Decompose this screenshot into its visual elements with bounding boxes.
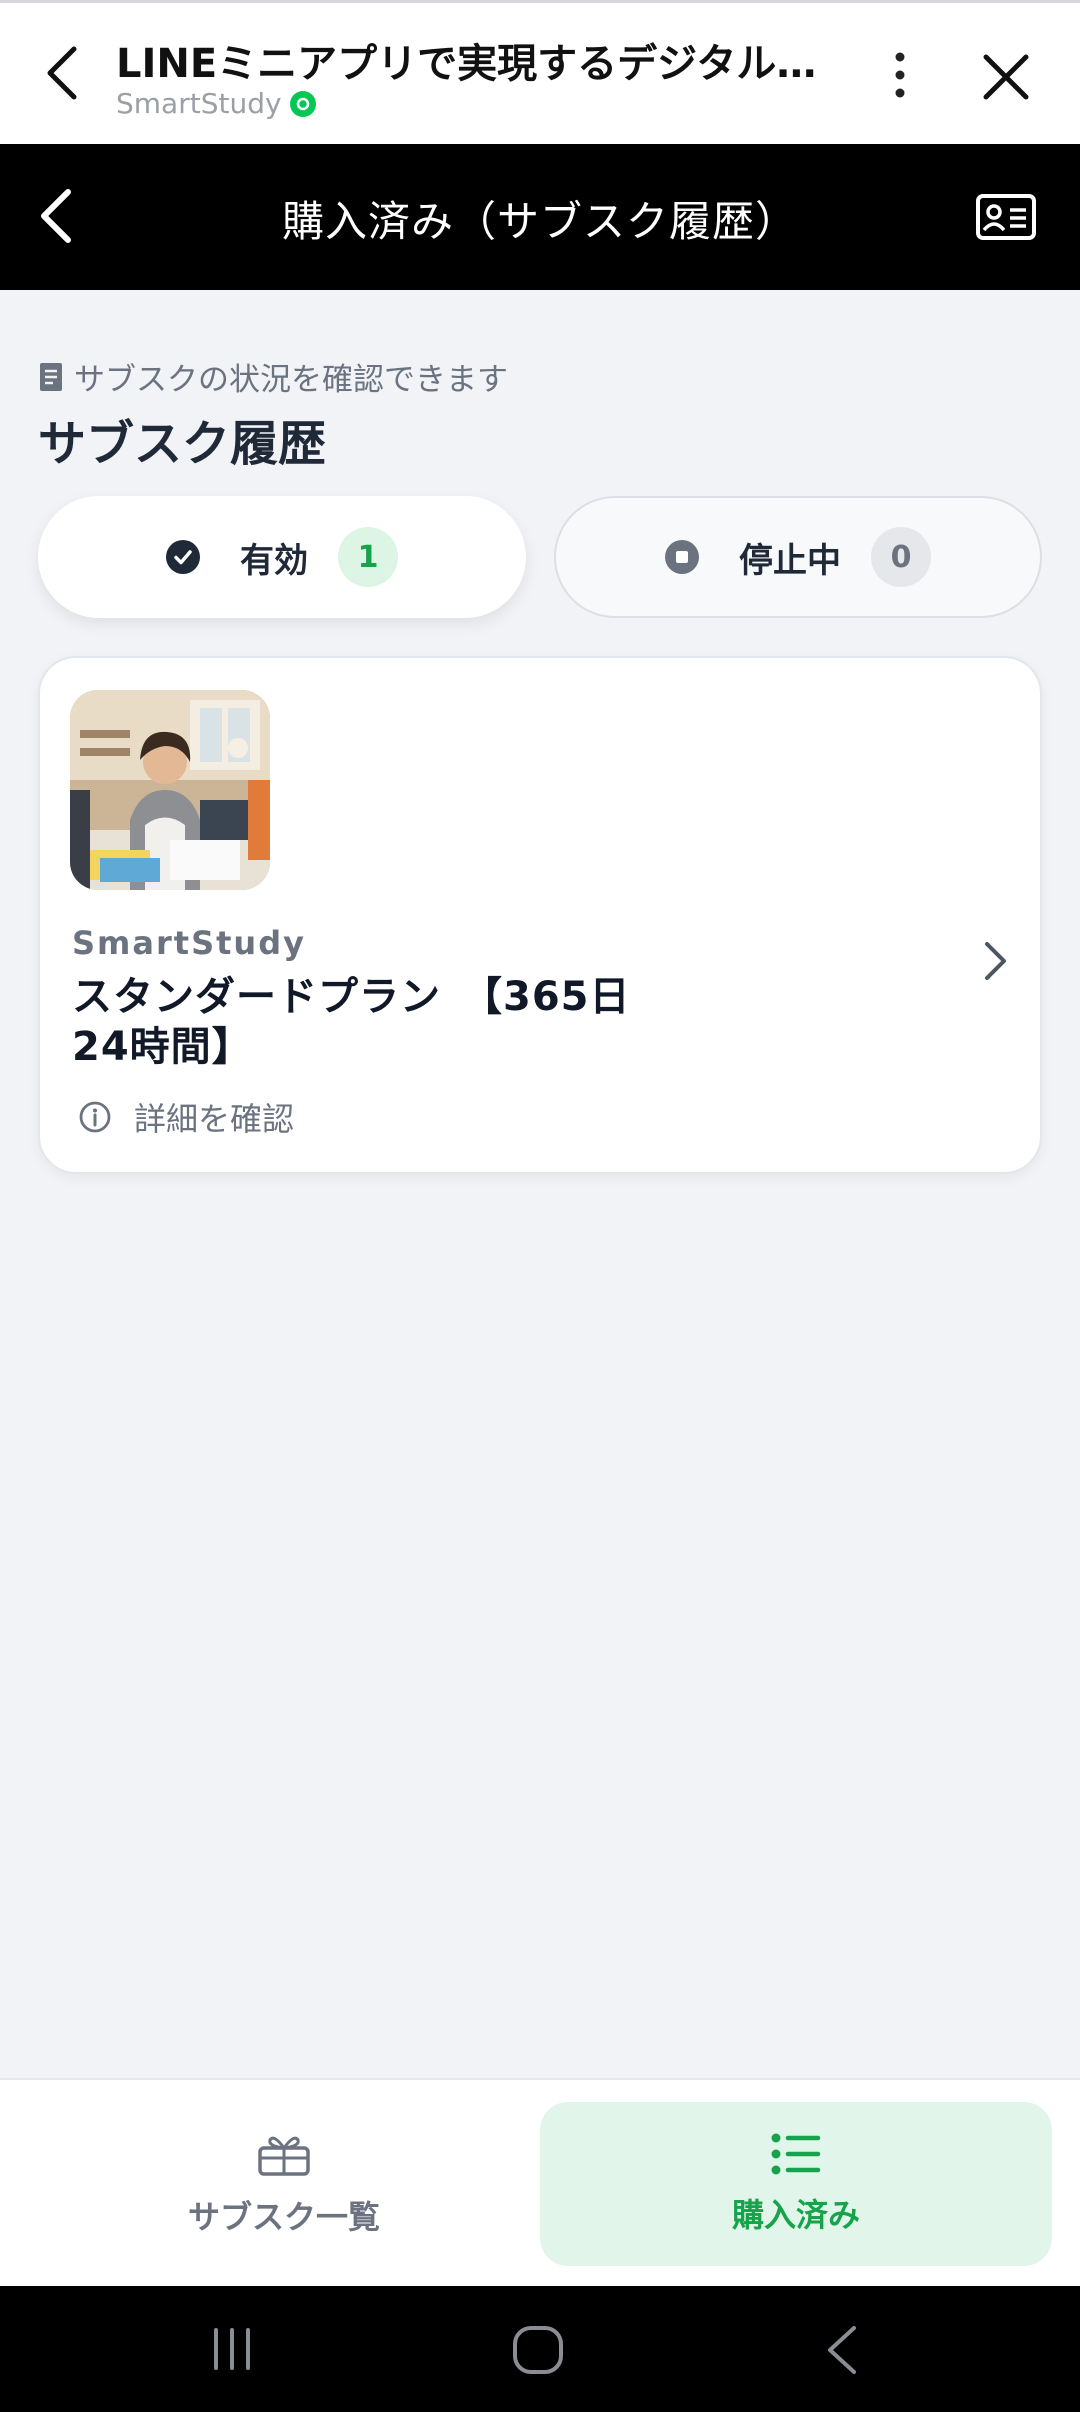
nav-purchased[interactable]: 購入済み [540,2102,1052,2266]
plan-name-line-1: スタンダードプラン 【365日 [72,974,631,1020]
system-back-icon[interactable] [820,2324,864,2376]
filter-active-label: 有効 [240,540,308,581]
account-name-row: SmartStudy [116,87,316,120]
section-title: サブスク履歴 [38,416,327,472]
nav-subscription-list-label: サブスク一覧 [187,2198,380,2236]
filter-active-count: 1 [338,527,398,587]
recent-apps-icon[interactable] [208,2324,256,2374]
back-arrow-icon[interactable] [38,43,88,103]
verified-badge-icon [289,90,316,117]
plan-name: スタンダードプラン 【365日 24時間】 [72,972,672,1072]
list-icon [771,2133,821,2175]
stop-circle-icon [665,540,699,574]
subscription-card[interactable]: SmartStudy スタンダードプラン 【365日 24時間】 詳細を確認 [38,656,1042,1174]
detail-link[interactable]: 詳細を確認 [78,1094,294,1140]
bottom-navigation: サブスク一覧 購入済み [0,2078,1080,2286]
filter-active-button[interactable]: 有効 1 [38,496,526,618]
filter-stopped-count: 0 [871,527,931,587]
close-icon[interactable] [978,49,1034,105]
line-header: LINEミニアプリで実現するデジタル… SmartStudy [0,0,1080,144]
nav-subscription-list[interactable]: サブスク一覧 [28,2102,540,2266]
hint-text-row: サブスクの状況を確認できます [38,354,508,399]
home-icon[interactable] [510,2324,566,2376]
more-options-icon[interactable] [880,47,920,103]
gift-icon [258,2136,310,2176]
detail-link-label: 詳細を確認 [134,1100,295,1138]
app-bar: 購入済み（サブスク履歴） [0,144,1080,290]
plan-name-line-2: 24時間】 [72,1024,253,1070]
mini-app-title: LINEミニアプリで実現するデジタル… [116,41,816,87]
account-name: SmartStudy [116,87,282,120]
plan-brand: SmartStudy [72,924,306,962]
receipt-icon [40,362,62,391]
check-circle-icon [166,540,200,574]
plan-thumbnail-image [70,690,270,890]
filter-stopped-label: 停止中 [739,540,841,581]
member-card-icon[interactable] [976,194,1036,240]
system-navigation-bar [0,2286,1080,2412]
nav-purchased-label: 購入済み [731,2196,860,2234]
page-header-title: 購入済み（サブスク履歴） [281,197,798,246]
info-icon [79,1101,111,1133]
filter-stopped-button[interactable]: 停止中 0 [554,496,1042,618]
hint-text: サブスクの状況を確認できます [74,362,508,398]
chevron-right-icon[interactable] [980,938,1010,984]
